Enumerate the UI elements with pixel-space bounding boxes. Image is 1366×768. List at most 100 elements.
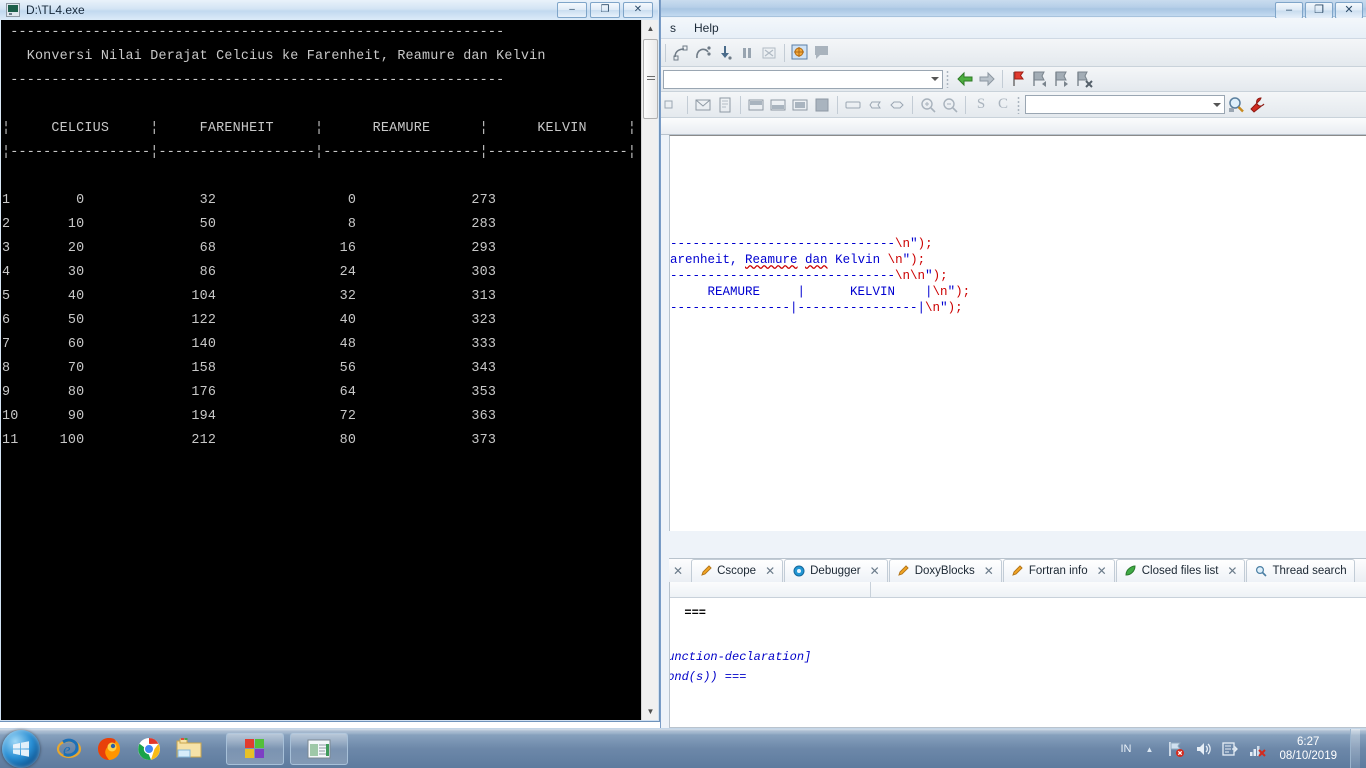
code-token: \n xyxy=(925,301,941,315)
code-line: ------------------------------\n\n"); xyxy=(670,268,970,284)
close-icon[interactable]: ✕ xyxy=(1227,564,1237,578)
codeblocks-window-button[interactable] xyxy=(226,732,284,765)
console-window-button[interactable] xyxy=(290,732,348,765)
tab-close-leftmost[interactable]: ✕ xyxy=(669,559,690,582)
next-bookmark-icon[interactable] xyxy=(1051,68,1073,90)
scroll-up-icon[interactable]: ▲ xyxy=(642,20,659,37)
previous-bookmark-icon[interactable] xyxy=(1029,68,1051,90)
code-token: ------------------------------ xyxy=(670,269,896,283)
clear-bookmarks-icon[interactable] xyxy=(1073,68,1095,90)
various-info-icon[interactable] xyxy=(811,42,833,64)
toolbar-grip[interactable] xyxy=(1017,95,1022,114)
close-icon[interactable]: ✕ xyxy=(673,564,683,578)
zoom-in-icon[interactable] xyxy=(917,94,939,116)
envelope-icon[interactable] xyxy=(692,94,714,116)
tab-cscope[interactable]: Cscope ✕ xyxy=(691,559,784,582)
wrench-icon[interactable] xyxy=(1247,94,1269,116)
signal-error-icon[interactable] xyxy=(1248,740,1267,758)
hex-box-icon[interactable] xyxy=(864,94,886,116)
action-center-icon[interactable] xyxy=(1221,740,1239,758)
codeblocks-window[interactable]: – ❐ ✕ s Help S C -----------------------… xyxy=(660,0,1366,728)
magnifier-icon xyxy=(1254,565,1267,578)
layout-top-icon[interactable] xyxy=(745,94,767,116)
internet-explorer-icon[interactable]: e xyxy=(54,734,84,764)
code-token: \n xyxy=(895,237,911,251)
taskbar-window-buttons xyxy=(226,732,348,765)
ide-close-button[interactable]: ✕ xyxy=(1335,2,1363,19)
tab-label: Cscope xyxy=(717,565,757,577)
tab-closed-files-list[interactable]: Closed files list ✕ xyxy=(1115,559,1246,582)
wide-box-icon[interactable] xyxy=(842,94,864,116)
step-into-icon[interactable] xyxy=(670,42,692,64)
network-error-icon[interactable] xyxy=(1167,740,1185,758)
console-output-area[interactable]: ----------------------------------------… xyxy=(1,20,641,720)
toggle-bookmark-icon[interactable] xyxy=(1007,68,1029,90)
console-icon xyxy=(6,3,20,17)
show-desktop-button[interactable] xyxy=(1350,729,1360,768)
language-indicator[interactable]: IN xyxy=(1120,743,1131,755)
symbol-search-combo[interactable] xyxy=(1025,95,1225,114)
layout-bottom-icon[interactable] xyxy=(767,94,789,116)
log-lines: === function-declaration] cond(s)) === xyxy=(670,606,1366,684)
code-line: REAMURE | KELVIN |\n"); xyxy=(670,284,971,300)
search-combo[interactable] xyxy=(663,69,943,89)
pause-icon[interactable] xyxy=(736,42,758,64)
code-token: ------------------------------ xyxy=(670,237,896,251)
tab-debugger[interactable]: Debugger ✕ xyxy=(784,559,888,582)
code-token: \n\n xyxy=(895,269,926,283)
comment-block-icon[interactable] xyxy=(714,94,736,116)
step-out-icon[interactable] xyxy=(714,42,736,64)
menu-item-help[interactable]: Help xyxy=(685,18,728,39)
scrollbar-thumb[interactable] xyxy=(643,39,658,119)
ide-minimize-button[interactable]: – xyxy=(1275,2,1303,19)
code-token: REAMURE | KELVIN | xyxy=(670,285,933,299)
start-button[interactable] xyxy=(2,729,40,768)
console-titlebar[interactable]: D:\TL4.exe – ❐ ✕ xyxy=(0,0,658,20)
firefox-icon[interactable] xyxy=(94,734,124,764)
chevron-down-icon[interactable] xyxy=(931,77,939,81)
nav-forward-icon[interactable] xyxy=(976,68,998,90)
code-editor[interactable]: ------------------------------\n"); arenh… xyxy=(669,135,1366,531)
console-window[interactable]: D:\TL4.exe – ❐ ✕ -----------------------… xyxy=(0,0,660,722)
scrollbar-grip xyxy=(646,76,655,82)
file-explorer-icon[interactable] xyxy=(174,734,204,764)
doc-block-icon[interactable] xyxy=(661,94,683,116)
close-icon[interactable]: ✕ xyxy=(870,564,880,578)
ide-maximize-button[interactable]: ❐ xyxy=(1305,2,1333,19)
show-hidden-icons-button[interactable]: ▲ xyxy=(1140,740,1158,758)
bottom-log-panel[interactable]: === function-declaration] cond(s)) === xyxy=(669,582,1366,728)
tab-label: Debugger xyxy=(810,565,861,577)
scroll-down-icon[interactable]: ▼ xyxy=(642,703,659,720)
debugging-windows-icon[interactable] xyxy=(789,42,811,64)
tab-thread-search[interactable]: Thread search xyxy=(1246,559,1355,582)
console-maximize-button[interactable]: ❐ xyxy=(590,2,620,18)
clock[interactable]: 6:27 08/10/2019 xyxy=(1279,735,1337,763)
close-icon[interactable]: ✕ xyxy=(765,564,775,578)
diamond-box-icon[interactable] xyxy=(886,94,908,116)
layout-full-icon[interactable] xyxy=(789,94,811,116)
chrome-icon[interactable] xyxy=(134,734,164,764)
code-token: Reamure xyxy=(745,253,798,267)
volume-icon[interactable] xyxy=(1194,740,1212,758)
close-icon[interactable]: ✕ xyxy=(984,564,994,578)
chevron-down-icon[interactable] xyxy=(1213,102,1221,107)
menu-item-settings[interactable]: s xyxy=(661,18,685,39)
search-toolbar xyxy=(661,67,1366,92)
clock-date: 08/10/2019 xyxy=(1279,750,1337,762)
stop-debugger-icon[interactable] xyxy=(758,42,780,64)
editor-tabstrip[interactable] xyxy=(661,118,1366,135)
zoom-out-icon[interactable] xyxy=(939,94,961,116)
nav-back-icon[interactable] xyxy=(954,68,976,90)
console-minimize-button[interactable]: – xyxy=(557,2,587,18)
code-token: ); xyxy=(932,269,948,283)
tab-fortran-info[interactable]: Fortran info ✕ xyxy=(1002,559,1115,582)
console-scrollbar[interactable]: ▲ ▼ xyxy=(641,20,658,720)
toolbar-grip[interactable] xyxy=(946,70,951,88)
layout-solid-icon[interactable] xyxy=(811,94,833,116)
tab-doxyblocks[interactable]: DoxyBlocks ✕ xyxy=(888,559,1002,582)
step-over-icon[interactable] xyxy=(692,42,714,64)
search-magnifier-icon[interactable] xyxy=(1225,94,1247,116)
bottom-panel-tabstrip[interactable]: ✕ Cscope ✕ Debugger ✕ DoxyBlocks ✕ Fortr… xyxy=(669,558,1366,582)
console-close-button[interactable]: ✕ xyxy=(623,2,653,18)
close-icon[interactable]: ✕ xyxy=(1097,564,1107,578)
